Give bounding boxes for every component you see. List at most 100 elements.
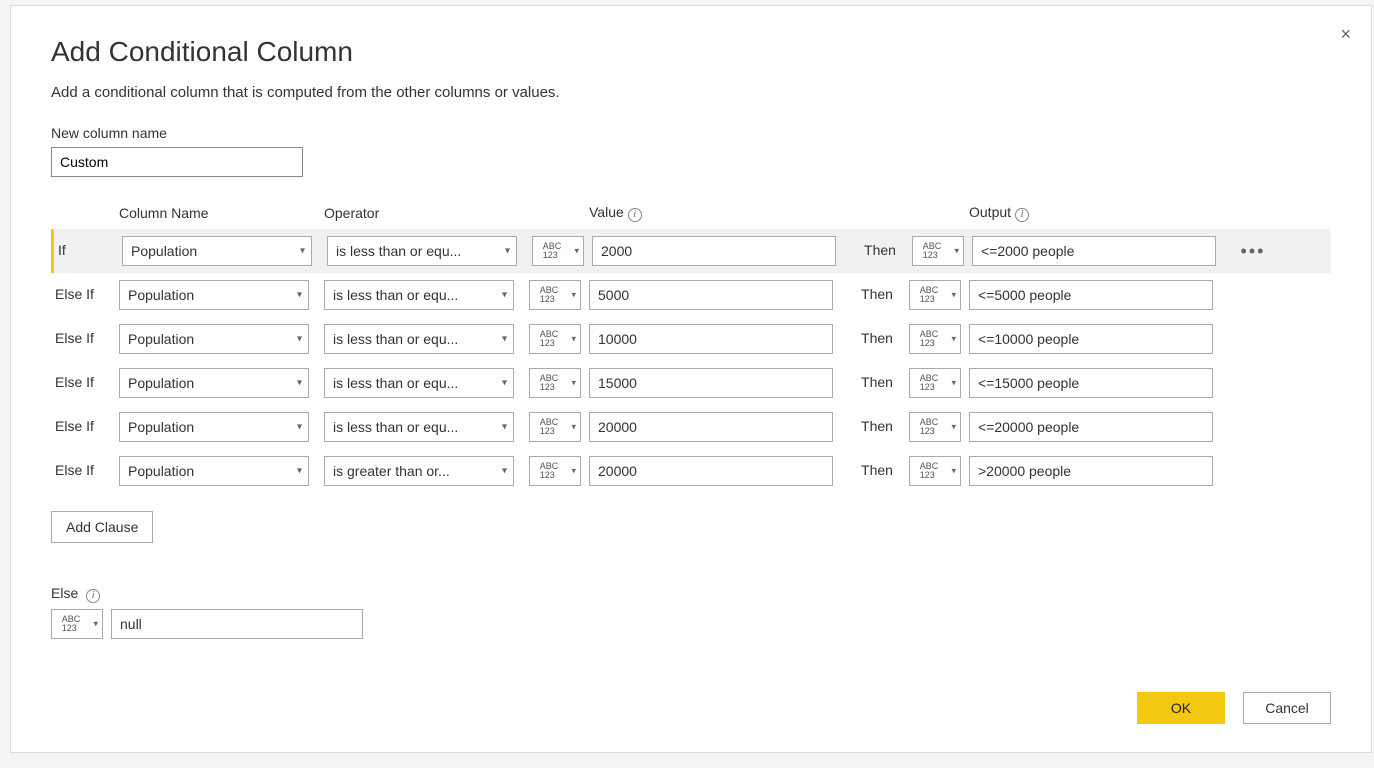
clause-row: Else If Population▾ is less than or equ.… bbox=[51, 405, 1331, 449]
dialog-title: Add Conditional Column bbox=[51, 36, 1331, 68]
column-name-dropdown[interactable]: Population▾ bbox=[119, 280, 309, 310]
more-options-icon[interactable]: ••• bbox=[1241, 241, 1266, 261]
grid-headers: Column Name Operator Valuei Outputi bbox=[51, 203, 1331, 223]
output-input[interactable] bbox=[972, 236, 1216, 266]
then-label: Then bbox=[864, 242, 896, 258]
chevron-down-icon: ▾ bbox=[951, 423, 956, 432]
info-icon[interactable]: i bbox=[86, 589, 100, 603]
output-input[interactable] bbox=[969, 368, 1213, 398]
operator-dropdown[interactable]: is less than or equ...▾ bbox=[324, 324, 514, 354]
cancel-button[interactable]: Cancel bbox=[1243, 692, 1331, 724]
output-type-dropdown[interactable]: ABC123 ▾ bbox=[909, 368, 961, 398]
operator-dropdown[interactable]: is greater than or...▾ bbox=[324, 456, 514, 486]
info-icon[interactable]: i bbox=[1015, 208, 1029, 222]
header-column-name: Column Name bbox=[119, 205, 324, 221]
output-type-dropdown[interactable]: ABC123 ▾ bbox=[909, 324, 961, 354]
clause-row: Else If Population▾ is less than or equ.… bbox=[51, 273, 1331, 317]
column-name-dropdown[interactable]: Population▾ bbox=[119, 456, 309, 486]
value-type-dropdown[interactable]: ABC123 ▾ bbox=[529, 324, 581, 354]
dialog-footer: OK Cancel bbox=[1137, 692, 1331, 724]
header-value: Valuei bbox=[589, 204, 845, 222]
chevron-down-icon: ▾ bbox=[502, 422, 507, 433]
value-type-dropdown[interactable]: ABC123 ▾ bbox=[532, 236, 584, 266]
clause-keyword: Else If bbox=[55, 462, 94, 478]
output-type-dropdown[interactable]: ABC123 ▾ bbox=[909, 280, 961, 310]
chevron-down-icon: ▾ bbox=[505, 246, 510, 257]
value-input[interactable] bbox=[589, 412, 833, 442]
new-column-name-input[interactable] bbox=[51, 147, 303, 177]
column-name-dropdown[interactable]: Population▾ bbox=[122, 236, 312, 266]
chevron-down-icon: ▾ bbox=[502, 378, 507, 389]
clauses-grid: Column Name Operator Valuei Outputi If P… bbox=[51, 203, 1331, 493]
chevron-down-icon: ▾ bbox=[297, 290, 302, 301]
chevron-down-icon: ▾ bbox=[574, 247, 579, 256]
value-type-dropdown[interactable]: ABC123 ▾ bbox=[529, 412, 581, 442]
value-input[interactable] bbox=[589, 280, 833, 310]
operator-dropdown[interactable]: is less than or equ...▾ bbox=[324, 412, 514, 442]
column-name-dropdown[interactable]: Population▾ bbox=[119, 412, 309, 442]
else-type-dropdown[interactable]: ABC123 ▾ bbox=[51, 609, 103, 639]
value-input[interactable] bbox=[589, 456, 833, 486]
column-name-dropdown[interactable]: Population▾ bbox=[119, 324, 309, 354]
chevron-down-icon: ▾ bbox=[502, 334, 507, 345]
header-operator: Operator bbox=[324, 205, 529, 221]
clause-keyword: If bbox=[58, 242, 66, 258]
clause-keyword: Else If bbox=[55, 286, 94, 302]
output-input[interactable] bbox=[969, 456, 1213, 486]
chevron-down-icon: ▾ bbox=[951, 379, 956, 388]
then-label: Then bbox=[861, 462, 893, 478]
chevron-down-icon: ▾ bbox=[571, 335, 576, 344]
then-label: Then bbox=[861, 418, 893, 434]
chevron-down-icon: ▾ bbox=[297, 466, 302, 477]
close-icon[interactable]: × bbox=[1340, 24, 1351, 45]
column-name-dropdown[interactable]: Population▾ bbox=[119, 368, 309, 398]
output-input[interactable] bbox=[969, 280, 1213, 310]
operator-dropdown[interactable]: is less than or equ...▾ bbox=[324, 280, 514, 310]
clause-row: Else If Population▾ is less than or equ.… bbox=[51, 317, 1331, 361]
chevron-down-icon: ▾ bbox=[951, 467, 956, 476]
output-type-dropdown[interactable]: ABC123 ▾ bbox=[912, 236, 964, 266]
chevron-down-icon: ▾ bbox=[571, 379, 576, 388]
value-type-dropdown[interactable]: ABC123 ▾ bbox=[529, 456, 581, 486]
chevron-down-icon: ▾ bbox=[297, 422, 302, 433]
else-value-input[interactable] bbox=[111, 609, 363, 639]
operator-dropdown[interactable]: is less than or equ...▾ bbox=[327, 236, 517, 266]
else-section: Else i ABC123 ▾ bbox=[51, 585, 1331, 639]
chevron-down-icon: ▾ bbox=[571, 423, 576, 432]
chevron-down-icon: ▾ bbox=[571, 467, 576, 476]
then-label: Then bbox=[861, 374, 893, 390]
output-type-dropdown[interactable]: ABC123 ▾ bbox=[909, 412, 961, 442]
output-input[interactable] bbox=[969, 324, 1213, 354]
clause-row: Else If Population▾ is greater than or..… bbox=[51, 449, 1331, 493]
else-label: Else i bbox=[51, 585, 1331, 603]
clause-keyword: Else If bbox=[55, 374, 94, 390]
then-label: Then bbox=[861, 286, 893, 302]
value-type-dropdown[interactable]: ABC123 ▾ bbox=[529, 280, 581, 310]
chevron-down-icon: ▾ bbox=[502, 466, 507, 477]
then-label: Then bbox=[861, 330, 893, 346]
value-input[interactable] bbox=[592, 236, 836, 266]
operator-dropdown[interactable]: is less than or equ...▾ bbox=[324, 368, 514, 398]
add-conditional-column-dialog: × Add Conditional Column Add a condition… bbox=[10, 5, 1372, 753]
ok-button[interactable]: OK bbox=[1137, 692, 1225, 724]
clause-row: If Population▾ is less than or equ...▾ A… bbox=[51, 229, 1331, 273]
chevron-down-icon: ▾ bbox=[951, 291, 956, 300]
info-icon[interactable]: i bbox=[628, 208, 642, 222]
value-input[interactable] bbox=[589, 324, 833, 354]
clause-keyword: Else If bbox=[55, 330, 94, 346]
chevron-down-icon: ▾ bbox=[954, 247, 959, 256]
chevron-down-icon: ▾ bbox=[93, 619, 98, 628]
output-type-dropdown[interactable]: ABC123 ▾ bbox=[909, 456, 961, 486]
value-input[interactable] bbox=[589, 368, 833, 398]
add-clause-button[interactable]: Add Clause bbox=[51, 511, 153, 543]
value-type-dropdown[interactable]: ABC123 ▾ bbox=[529, 368, 581, 398]
chevron-down-icon: ▾ bbox=[297, 378, 302, 389]
new-column-name-label: New column name bbox=[51, 125, 1331, 141]
header-output: Outputi bbox=[969, 204, 1225, 222]
chevron-down-icon: ▾ bbox=[502, 290, 507, 301]
output-input[interactable] bbox=[969, 412, 1213, 442]
clause-row: Else If Population▾ is less than or equ.… bbox=[51, 361, 1331, 405]
chevron-down-icon: ▾ bbox=[297, 334, 302, 345]
clause-keyword: Else If bbox=[55, 418, 94, 434]
chevron-down-icon: ▾ bbox=[571, 291, 576, 300]
